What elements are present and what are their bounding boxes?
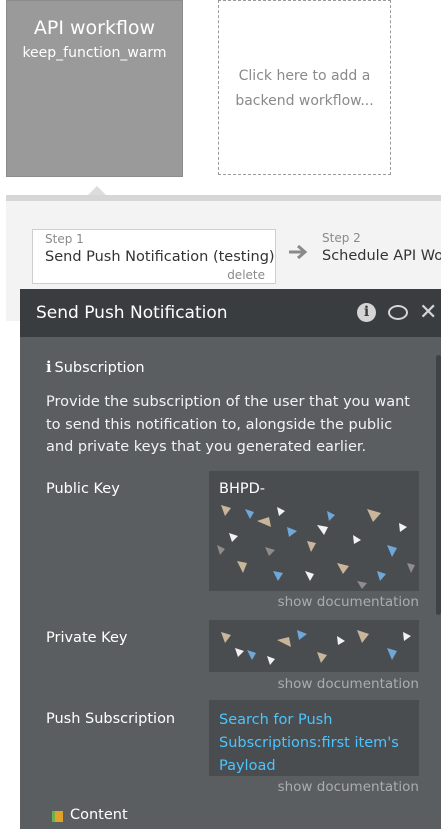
push-subscription-field[interactable]: Search for Push Subscriptions:first item… <box>209 700 419 776</box>
private-key-doc-link[interactable]: show documentation <box>278 676 419 692</box>
add-workflow-line2: backend workflow... <box>235 93 374 109</box>
push-subscription-label: Push Subscription <box>46 711 176 727</box>
step-1-card[interactable]: Step 1 Send Push Notification (testing) … <box>32 229 276 284</box>
subscription-label-text: Subscription <box>54 360 145 376</box>
public-key-label: Public Key <box>46 481 120 497</box>
public-key-field[interactable]: BHPD- <box>209 471 419 591</box>
private-key-label: Private Key <box>46 630 128 646</box>
panel-title: Send Push Notification (t <box>36 303 234 323</box>
arrow-right-icon <box>288 244 308 265</box>
private-key-field[interactable] <box>209 620 419 672</box>
api-workflow-card[interactable]: API workflow keep_function_warm <box>6 0 183 177</box>
add-backend-workflow-card[interactable]: Click here to add a backend workflow... <box>218 0 391 175</box>
workflow-name: keep_function_warm <box>22 45 167 61</box>
public-key-value: BHPD- <box>219 481 265 497</box>
public-key-doc-link[interactable]: show documentation <box>278 594 419 610</box>
comment-icon[interactable] <box>388 305 408 320</box>
close-icon[interactable]: ✕ <box>419 300 437 325</box>
property-editor-panel: Send Push Notification (t i ✕ i Subscript… <box>20 289 441 829</box>
masked-key-text <box>217 626 417 668</box>
subscription-description: Provide the subscription of the user tha… <box>46 394 410 455</box>
add-workflow-line1: Click here to add a <box>238 68 371 84</box>
step-1-title: Send Push Notification (testing) <box>45 249 275 265</box>
info-small-icon: i <box>46 359 52 376</box>
panel-header: Send Push Notification (t i ✕ <box>20 289 441 337</box>
subscription-section-label: i Subscription <box>46 359 145 376</box>
panel-scrollbar[interactable] <box>436 355 441 615</box>
workflow-type: API workflow <box>33 17 156 39</box>
content-icon <box>52 811 63 822</box>
step-2-number: Step 2 <box>322 231 361 245</box>
step-1-number: Step 1 <box>45 232 84 246</box>
masked-key-text <box>217 501 417 589</box>
step-2-title[interactable]: Schedule API Wor <box>322 248 441 264</box>
push-subscription-doc-link[interactable]: show documentation <box>278 779 419 795</box>
step-1-delete-link[interactable]: delete <box>227 268 265 282</box>
content-section-label: Content <box>70 807 128 823</box>
info-icon[interactable]: i <box>357 303 376 322</box>
